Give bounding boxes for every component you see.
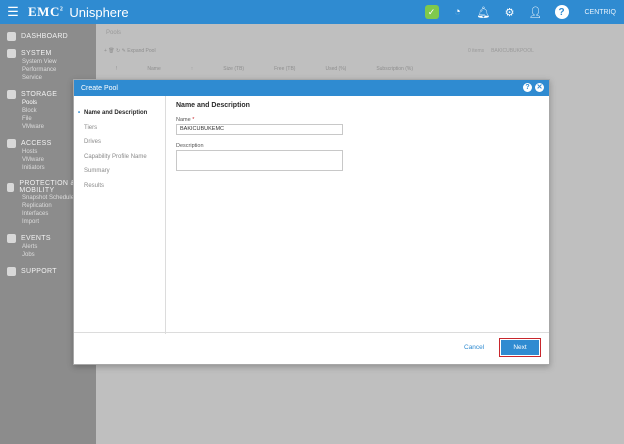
sidebar-section-system[interactable]: SYSTEM xyxy=(0,49,96,58)
top-bar: ☰ EMC2 Unisphere ✓ ◔ 🔔︎ ⚙ 👤︎ ? CENTRIQ xyxy=(0,0,624,24)
dashboard-icon xyxy=(7,32,16,41)
details-panel-title: BAKICUBUKPOOL xyxy=(491,48,534,54)
user-icon[interactable]: 👤︎ xyxy=(529,5,543,19)
dialog-title: Create Pool xyxy=(81,84,118,92)
centriq-logo: CENTRIQ xyxy=(584,8,617,16)
close-icon[interactable]: ✕ xyxy=(535,83,544,92)
step-tiers[interactable]: Tiers xyxy=(74,121,165,136)
column-header: ↑ xyxy=(190,66,194,72)
dialog-footer: Cancel Next xyxy=(74,332,549,364)
name-label: Name * xyxy=(176,117,195,123)
details-panel: 0 items BAKICUBUKPOOL xyxy=(468,48,616,54)
column-header: Size (TB) xyxy=(223,66,245,72)
create-pool-dialog: Create Pool ? ✕ Name and Description Tie… xyxy=(73,79,550,365)
next-button-highlight: Next xyxy=(499,338,541,357)
menu-icon[interactable]: ☰ xyxy=(2,4,24,20)
sidebar-section-dashboard[interactable]: DASHBOARD xyxy=(0,32,96,41)
access-icon xyxy=(7,139,16,148)
emc-logo: EMC2 xyxy=(28,4,64,19)
alerts-icon[interactable]: 🔔︎ xyxy=(477,5,491,19)
help-icon[interactable]: ? xyxy=(554,5,569,19)
pools-toolbar: + 🗑 ↻ ✎ Expand Pool xyxy=(104,48,156,54)
step-results[interactable]: Results xyxy=(74,179,165,194)
tab-pools[interactable]: Pools xyxy=(106,30,121,36)
system-health-icon[interactable]: ✓ xyxy=(424,5,439,19)
section-title: Name and Description xyxy=(176,102,250,109)
step-name-and-description[interactable]: Name and Description xyxy=(74,106,165,121)
items-count: 0 items xyxy=(468,48,485,54)
next-button[interactable]: Next xyxy=(501,340,539,355)
wizard-steps: Name and Description Tiers Drives Capabi… xyxy=(74,96,166,334)
sidebar-item-performance[interactable]: Performance xyxy=(0,66,96,74)
help-icon[interactable]: ? xyxy=(523,83,532,92)
cancel-button[interactable]: Cancel xyxy=(464,344,484,351)
column-header: Used (%) xyxy=(325,66,347,72)
pools-table-header: ! Name ↑ Size (TB) Free (TB) Used (%) Su… xyxy=(116,66,466,72)
settings-icon[interactable]: ⚙ xyxy=(503,5,517,19)
description-input[interactable] xyxy=(176,150,343,171)
app-name: Unisphere xyxy=(69,4,129,20)
system-icon xyxy=(7,49,16,58)
step-content: Name and Description Name * BAKICUBUKEMC… xyxy=(176,102,536,176)
column-header: Name xyxy=(147,66,161,72)
pool-name-input[interactable]: BAKICUBUKEMC xyxy=(176,124,343,135)
jobs-icon[interactable]: ◔ xyxy=(451,5,465,19)
step-capability-profile-name[interactable]: Capability Profile Name xyxy=(74,150,165,165)
shield-icon xyxy=(7,182,15,192)
sidebar-item-system-view[interactable]: System View xyxy=(0,58,96,66)
events-icon xyxy=(7,234,16,243)
required-marker: * xyxy=(192,117,195,123)
top-icons: ✓ ◔ 🔔︎ ⚙ 👤︎ ? CENTRIQ xyxy=(424,0,617,24)
column-header: Subscription (%) xyxy=(376,66,413,72)
step-summary[interactable]: Summary xyxy=(74,164,165,179)
support-icon xyxy=(7,267,16,276)
storage-icon xyxy=(7,90,16,99)
step-drives[interactable]: Drives xyxy=(74,135,165,150)
description-label: Description xyxy=(176,143,204,149)
column-header: ! xyxy=(116,66,118,72)
column-header: Free (TB) xyxy=(274,66,296,72)
dialog-header: Create Pool ? ✕ xyxy=(74,80,549,96)
